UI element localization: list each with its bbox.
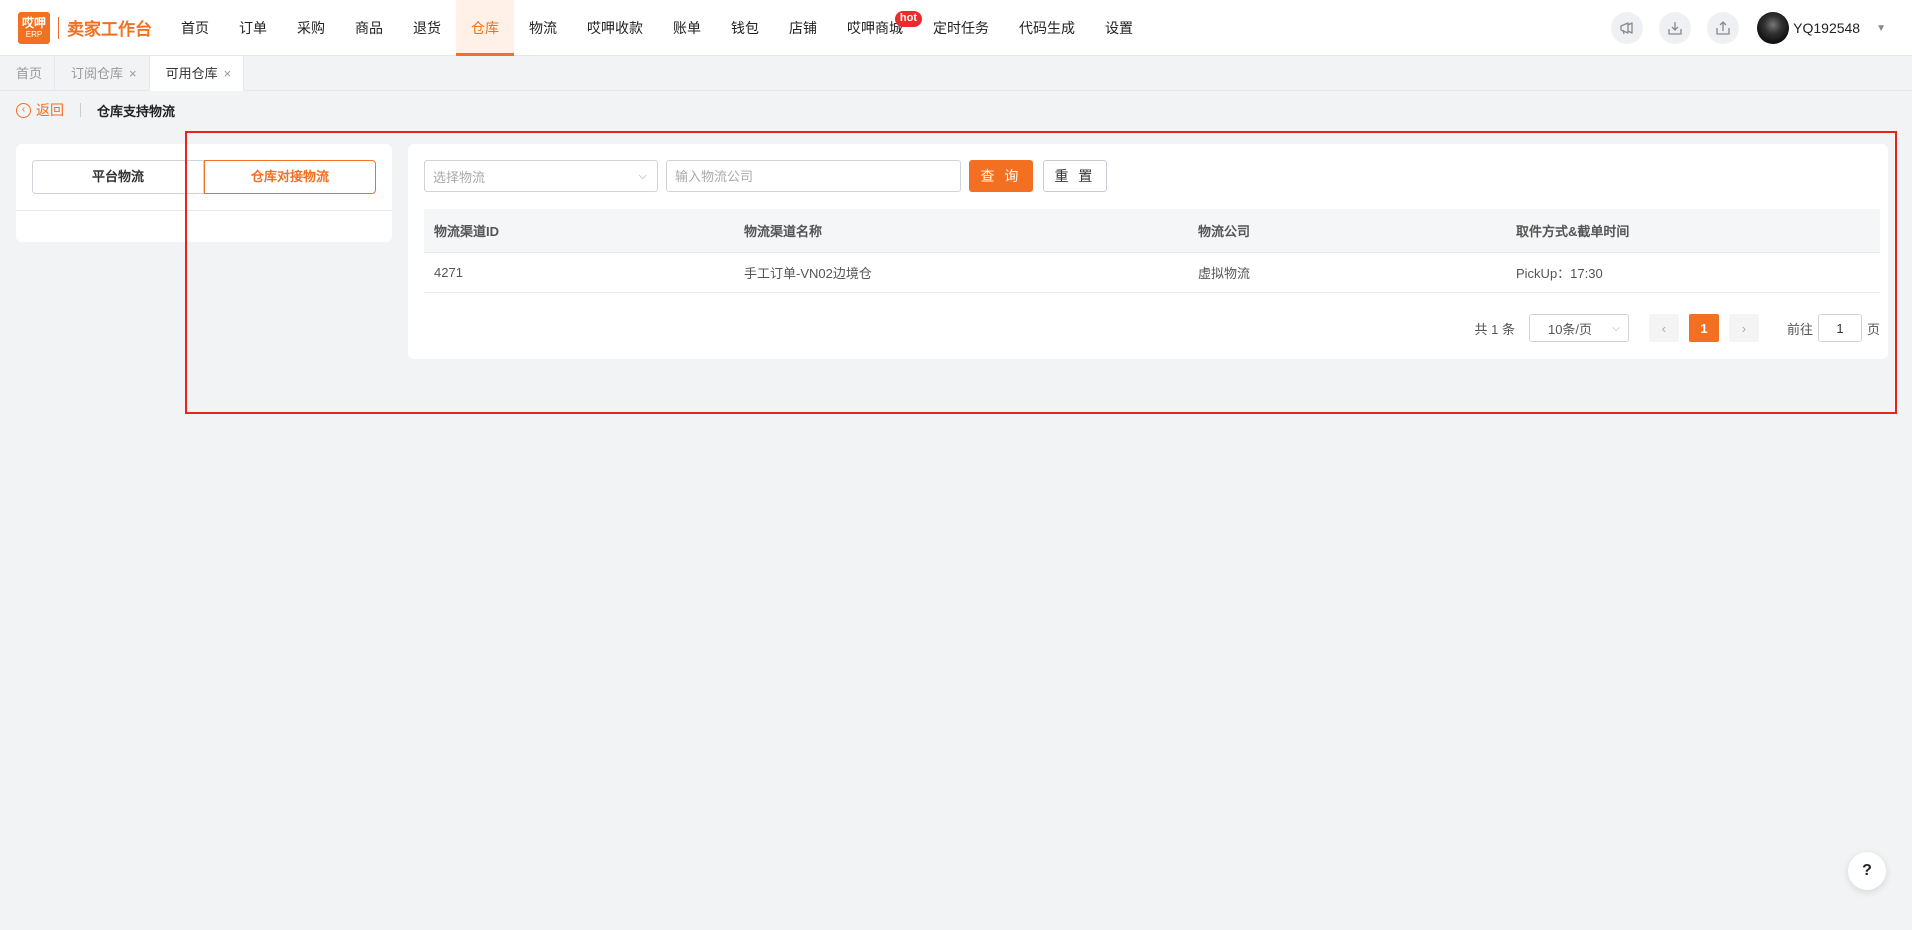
reset-button[interactable]: 重 置 xyxy=(1043,160,1107,192)
tab-label: 首页 xyxy=(16,66,43,81)
nav-item-home[interactable]: 首页 xyxy=(166,0,224,56)
logistics-select-placeholder: 选择物流 xyxy=(433,169,486,185)
nav-item-logistics[interactable]: 物流 xyxy=(514,0,572,56)
cell-channel-id: 4271 xyxy=(434,265,463,280)
company-search-input[interactable] xyxy=(666,160,961,192)
nav-item-wallet[interactable]: 钱包 xyxy=(716,0,774,56)
nav-item-bills[interactable]: 账单 xyxy=(658,0,716,56)
nav-item-returns[interactable]: 退货 xyxy=(398,0,456,56)
pagination: 共 1 条 10条/页 ⌵ ‹ 1 › 前往 页 xyxy=(1474,314,1880,342)
goto-label: 前往 xyxy=(1786,321,1813,337)
username[interactable]: YQ192548 xyxy=(1793,20,1860,36)
table-row: 4271 手工订单-VN02边境仓 虚拟物流 PickUp：17:30 xyxy=(424,253,1880,293)
brand-name: 卖家工作台 xyxy=(67,20,152,39)
chevron-left-icon: ‹ xyxy=(1661,320,1667,336)
cell-pickup: PickUp：17:30 xyxy=(1516,266,1603,281)
page-size-value: 10条/页 xyxy=(1547,321,1593,337)
tab-available-warehouse[interactable]: 可用仓库 × xyxy=(149,56,245,91)
logistics-type-toggle: 平台物流 仓库对接物流 xyxy=(32,160,376,194)
platform-logistics-tab[interactable]: 平台物流 xyxy=(32,160,204,194)
upload-icon xyxy=(1716,21,1730,35)
nav-item-warehouse[interactable]: 仓库 xyxy=(456,0,514,56)
download-icon xyxy=(1668,22,1682,35)
announcement-button[interactable] xyxy=(1611,12,1644,44)
next-page-button[interactable]: › xyxy=(1728,314,1759,342)
tab-home[interactable]: 首页 xyxy=(0,56,56,91)
logo-badge-subtext: ERP xyxy=(25,29,43,39)
column-header-channel-id: 物流渠道ID xyxy=(434,224,500,239)
page-suffix: 页 xyxy=(1866,321,1880,337)
logo-badge: 哎呷 ERP xyxy=(18,11,50,44)
close-icon[interactable]: × xyxy=(129,56,137,91)
logo-divider xyxy=(58,16,59,39)
logistics-type-panel: 平台物流 仓库对接物流 xyxy=(16,144,392,242)
chevron-left-circle-icon: ‹ xyxy=(16,102,31,118)
nav-item-purchase[interactable]: 采购 xyxy=(282,0,340,56)
goto-page-input[interactable] xyxy=(1817,314,1862,342)
nav-item-scheduled-tasks[interactable]: 定时任务 xyxy=(918,0,1004,56)
download-button[interactable] xyxy=(1659,12,1692,44)
goto-page: 前往 页 xyxy=(1787,314,1880,342)
filter-bar: 选择物流 ⌵ 查 询 重 置 xyxy=(424,160,1107,192)
cell-company: 虚拟物流 xyxy=(1198,266,1251,281)
total-count: 共 1 条 xyxy=(1474,321,1515,337)
nav-item-mall[interactable]: 哎呷商城 hot xyxy=(832,0,922,56)
tab-label: 订阅仓库 xyxy=(71,66,124,81)
warehouse-logistics-tab[interactable]: 仓库对接物流 xyxy=(204,160,376,194)
page-title: 仓库支持物流 xyxy=(97,103,176,119)
chevron-right-icon: › xyxy=(1741,320,1747,336)
logistics-select[interactable]: 选择物流 ⌵ xyxy=(424,160,658,192)
breadcrumb: ‹ 返回 仓库支持物流 xyxy=(16,100,175,120)
main-nav: 首页 订单 采购 商品 退货 仓库 物流 哎呷收款 账单 钱包 店铺 哎呷商城 … xyxy=(166,0,1148,56)
column-header-company: 物流公司 xyxy=(1198,224,1251,239)
nav-item-settings[interactable]: 设置 xyxy=(1090,0,1148,56)
prev-page-button[interactable]: ‹ xyxy=(1648,314,1679,342)
back-button[interactable]: ‹ 返回 xyxy=(16,100,64,120)
chevron-down-icon[interactable]: ▼ xyxy=(1876,23,1886,34)
page-size-select[interactable]: 10条/页 ⌵ xyxy=(1528,314,1629,342)
column-header-channel-name: 物流渠道名称 xyxy=(744,224,823,239)
chevron-down-icon: ⌵ xyxy=(638,169,647,182)
nav-item-code-gen[interactable]: 代码生成 xyxy=(1004,0,1090,56)
help-button[interactable]: ? xyxy=(1848,852,1886,890)
breadcrumb-divider xyxy=(80,103,81,117)
logistics-table: 物流渠道ID 物流渠道名称 物流公司 取件方式&截单时间 4271 手工订单-V… xyxy=(424,209,1880,293)
logo-badge-text: 哎呷 xyxy=(21,15,46,30)
nav-item-payments[interactable]: 哎呷收款 xyxy=(572,0,658,56)
page-number-button[interactable]: 1 xyxy=(1688,314,1719,342)
chevron-down-icon: ⌵ xyxy=(1612,322,1620,334)
top-navbar: 哎呷 ERP 卖家工作台 首页 订单 采购 商品 退货 仓库 物流 哎呷收款 账… xyxy=(0,0,1912,56)
table-header: 物流渠道ID 物流渠道名称 物流公司 取件方式&截单时间 xyxy=(424,209,1880,253)
divider xyxy=(16,210,392,211)
export-button[interactable] xyxy=(1707,12,1740,44)
page-tabs: 首页 订阅仓库 × 可用仓库 × xyxy=(0,56,1912,91)
brand-logo[interactable]: 哎呷 ERP 卖家工作台 xyxy=(18,0,152,56)
tab-label: 可用仓库 xyxy=(165,66,218,81)
column-header-pickup: 取件方式&截单时间 xyxy=(1516,224,1630,239)
query-button[interactable]: 查 询 xyxy=(969,160,1033,192)
avatar[interactable] xyxy=(1757,12,1790,44)
nav-item-shops[interactable]: 店铺 xyxy=(774,0,832,56)
nav-item-orders[interactable]: 订单 xyxy=(224,0,282,56)
close-icon[interactable]: × xyxy=(224,56,232,91)
back-label: 返回 xyxy=(36,102,64,118)
megaphone-icon xyxy=(1620,22,1633,35)
header-actions: YQ192548 ▼ xyxy=(1611,0,1912,56)
nav-item-products[interactable]: 商品 xyxy=(340,0,398,56)
cell-channel-name: 手工订单-VN02边境仓 xyxy=(744,266,872,281)
logistics-list-panel: 选择物流 ⌵ 查 询 重 置 物流渠道ID 物流渠道名称 物流公司 取件方式&截… xyxy=(408,144,1888,359)
tab-subscribed-warehouse[interactable]: 订阅仓库 × xyxy=(55,56,150,91)
